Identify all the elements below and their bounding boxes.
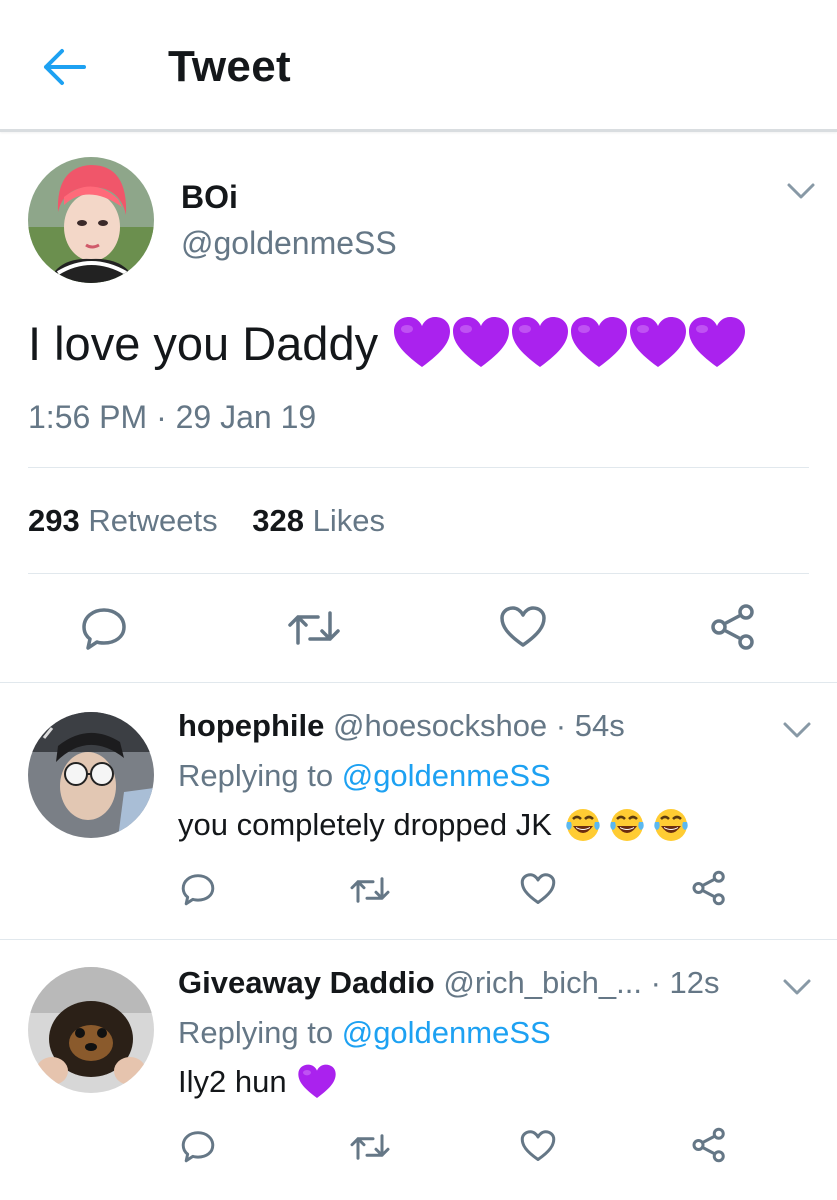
divider [28,573,809,574]
display-name[interactable]: Giveaway Daddio [178,965,435,1000]
share-button[interactable] [690,870,728,906]
reply-tweet[interactable]: Giveaway Daddio @rich_bich_... · 12s Rep… [0,941,837,1200]
share-icon [711,604,754,650]
tweet-body: I love you Daddy [28,316,379,370]
share-icon [692,870,725,906]
reply-icon [181,1131,215,1163]
heart-outline-icon [500,606,546,647]
like-button[interactable] [520,1129,556,1163]
page-title: Tweet [168,42,291,91]
replying-to: Replying to @goldenmeSS [178,1015,551,1051]
purple-heart-icon [571,317,628,367]
purple-heart-icon [394,317,451,367]
reply-button[interactable] [180,872,216,906]
reply-header: Giveaway Daddio @rich_bich_... · 12s [178,965,720,1001]
more-options-button[interactable] [784,179,818,203]
avatar[interactable] [28,712,154,838]
like-count: 328 [252,503,304,538]
reply-button[interactable] [80,605,128,651]
retweet-icon [288,611,340,645]
reply-body: you completely dropped JK [178,807,552,842]
retweet-count: 293 [28,503,80,538]
emoji-group [392,315,746,371]
more-options-button[interactable] [780,975,814,999]
retweets-label: Retweets [88,503,218,538]
display-name[interactable]: hopephile [178,708,324,743]
purple-heart-icon [512,317,569,367]
more-options-button[interactable] [780,718,814,742]
heart-outline-icon [520,1130,556,1161]
tweet-stats: 293 Retweets 328 Likes [28,503,411,539]
retweet-button[interactable] [286,607,342,649]
chevron-down-icon [783,979,811,995]
tweet-timestamp[interactable]: 1:56 PM · 29 Jan 19 [28,399,316,436]
divider [28,467,809,468]
tweet-text: I love you Daddy [28,315,746,371]
mention-link[interactable]: @goldenmeSS [342,1015,551,1050]
reply-text: Ily2 hun [178,1063,337,1101]
tears-of-joy-icon [566,809,600,841]
user-handle[interactable]: @goldenmeSS [181,225,397,262]
likes-stat[interactable]: 328 Likes [252,503,385,539]
purple-heart-icon [297,1064,336,1098]
retweet-icon [350,877,390,903]
reply-time: · 12s [650,965,720,1000]
replying-to: Replying to @goldenmeSS [178,758,551,794]
mention-link[interactable]: @goldenmeSS [342,758,551,793]
purple-heart-icon [630,317,687,367]
replying-label: Replying to [178,1015,334,1050]
reply-header: hopephile @hoesockshoe · 54s [178,708,625,744]
display-name[interactable]: BOi [181,179,238,216]
heart-outline-icon [520,873,556,904]
share-button[interactable] [708,603,758,651]
tears-of-joy-icon [610,809,644,841]
reply-text: you completely dropped JK [178,806,690,844]
avatar[interactable] [28,157,154,283]
likes-label: Likes [312,503,385,538]
reply-body: Ily2 hun [178,1064,287,1099]
replying-label: Replying to [178,758,334,793]
top-bar: Tweet [0,0,837,132]
reply-tweet[interactable]: hopephile @hoesockshoe · 54s Replying to… [0,684,837,940]
like-button[interactable] [520,872,556,906]
user-handle[interactable]: @hoesockshoe [333,708,547,743]
reply-icon [82,608,126,650]
arrow-left-icon [44,49,86,85]
chevron-down-icon [783,722,811,738]
purple-heart-icon [689,317,746,367]
share-icon [692,1127,725,1163]
purple-heart-icon [453,317,510,367]
reply-time: · 54s [555,708,625,743]
back-button[interactable] [40,44,90,90]
retweet-icon [350,1134,390,1160]
user-handle[interactable]: @rich_bich_... [443,965,642,1000]
retweet-button[interactable] [349,874,391,906]
reply-button[interactable] [180,1129,216,1163]
retweets-stat[interactable]: 293 Retweets [28,503,218,539]
reply-icon [181,874,215,906]
like-button[interactable] [499,605,547,649]
chevron-down-icon [787,183,815,199]
share-button[interactable] [690,1127,728,1163]
tears-of-joy-icon [654,809,688,841]
avatar[interactable] [28,967,154,1093]
retweet-button[interactable] [349,1131,391,1163]
main-tweet: BOi @goldenmeSS I love you Daddy 1:56 PM… [0,135,837,683]
